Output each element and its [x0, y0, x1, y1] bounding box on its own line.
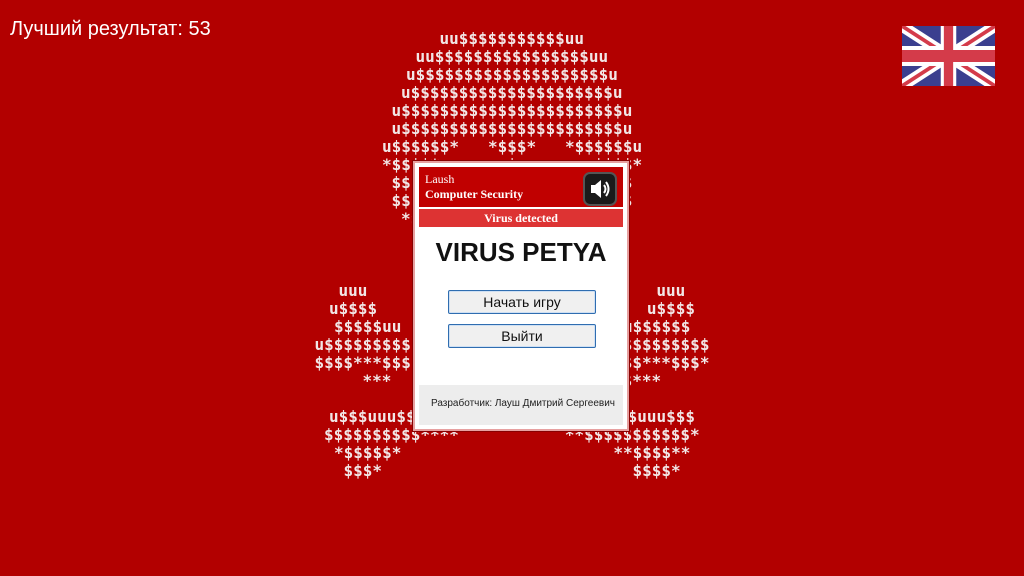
- uk-flag-icon[interactable]: [902, 26, 995, 86]
- best-score-label: Лучший результат: 53: [10, 18, 211, 40]
- skull-art-line: u$$$$$$$$$$$$$$$$$$$$u: [406, 65, 618, 84]
- dialog-title: VIRUS PETYA: [435, 237, 607, 267]
- skull-art-line: $$$* $$$$*: [343, 461, 681, 480]
- skull-art-line: uu$$$$$$$$$$$$$$$$uu: [415, 47, 609, 66]
- virus-dialog: Laush Computer Security Virus detected V…: [413, 161, 629, 431]
- developer-credit: Разработчик: Лауш Дмитрий Сергеевич: [431, 398, 616, 409]
- status-bar: Virus detected: [419, 209, 623, 227]
- exit-button[interactable]: Выйти: [448, 324, 596, 348]
- skull-art-line: *$$$$$* **$$$$**: [334, 443, 691, 462]
- speaker-icon: [591, 180, 610, 198]
- brand-name: Laush: [425, 172, 455, 186]
- skull-art-line: u$$$$$$$$$$$$$$$$$$$$$u: [401, 83, 623, 102]
- skull-art-line: u$$$$$$* *$$$* *$$$$$$u: [382, 137, 643, 156]
- brand-subtitle: Computer Security: [425, 187, 524, 201]
- dialog-footer: Разработчик: Лауш Дмитрий Сергеевич: [419, 385, 623, 425]
- status-text: Virus detected: [484, 211, 558, 225]
- dialog-header: Laush Computer Security: [419, 167, 623, 207]
- skull-art-line: u$$$$$$$$$$$$$$$$$$$$$$$u: [391, 101, 633, 120]
- sound-toggle-button[interactable]: [583, 172, 617, 206]
- start-game-button[interactable]: Начать игру: [448, 290, 596, 314]
- skull-art-line: uu$$$$$$$$$$$uu: [439, 29, 585, 48]
- skull-art-line: u$$$$$$$$$$$$$$$$$$$$$$$u: [391, 119, 633, 138]
